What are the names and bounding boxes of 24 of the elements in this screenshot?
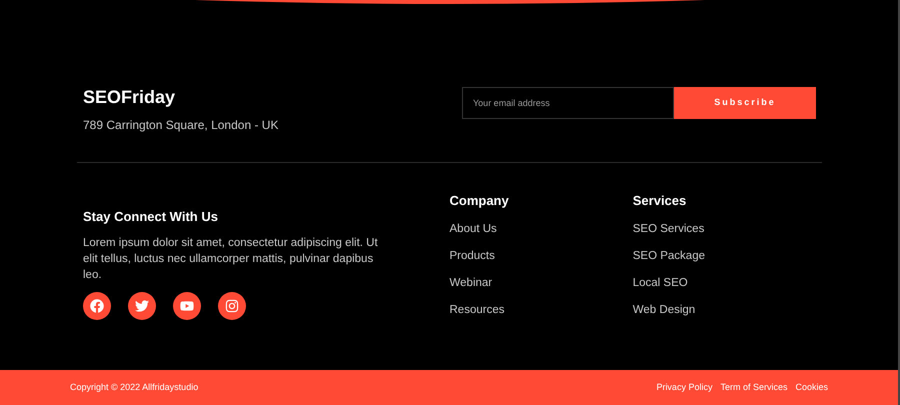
youtube-icon <box>180 298 194 312</box>
facebook-link[interactable] <box>83 292 111 320</box>
instagram-link[interactable] <box>218 292 246 320</box>
email-field[interactable]: Your email address <box>462 87 674 119</box>
about-text: Lorem ipsum dolor sit amet, consectetur adipiscing elit. Ut elit tellus, luctus nec ullamcorper mattis, pulvinar dapibus leo. <box>83 236 379 282</box>
instagram-icon <box>225 298 239 312</box>
section-title: Stay Connect With Us <box>83 208 219 226</box>
footer-link[interactable]: SEO Package <box>632 249 816 263</box>
facebook-icon <box>90 298 104 312</box>
column-title: Company <box>450 193 510 209</box>
twitter-link[interactable] <box>128 292 156 320</box>
footer-link[interactable]: About Us <box>450 222 633 236</box>
brand-name: SEOFriday <box>83 87 176 107</box>
youtube-link[interactable] <box>173 292 201 320</box>
footer-link[interactable]: Web Design <box>632 303 816 317</box>
footer-link[interactable]: SEO Services <box>632 222 816 236</box>
footer-link[interactable]: Resources <box>450 303 633 317</box>
address: 789 Carrington Square, London - UK <box>83 117 280 134</box>
column-title: Services <box>632 193 688 209</box>
footer-link[interactable]: Local SEO <box>632 276 816 290</box>
copyright: Copyright © 2022 Allfridaystudio <box>70 380 198 394</box>
footer-link[interactable]: Webinar <box>450 276 633 290</box>
twitter-icon <box>135 298 149 312</box>
footer-link[interactable]: Products <box>450 249 633 263</box>
